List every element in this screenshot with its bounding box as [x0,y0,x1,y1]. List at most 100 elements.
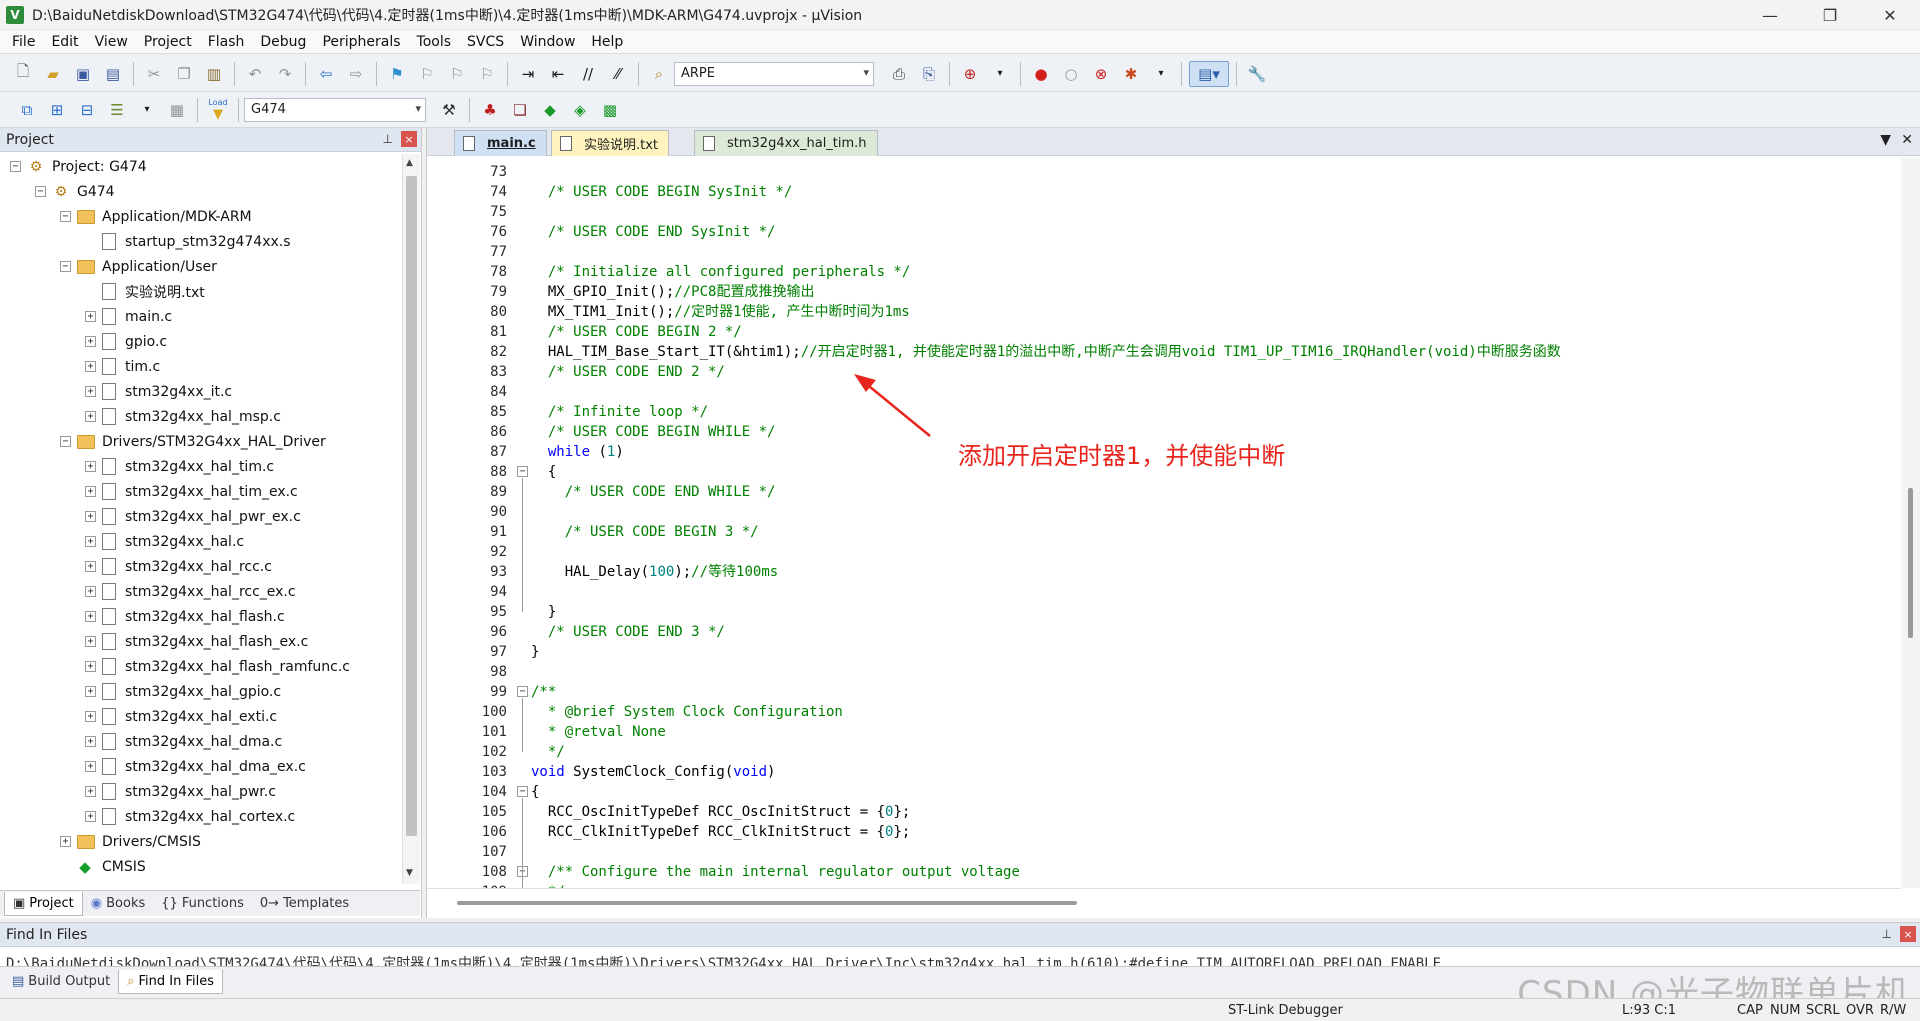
menu-edit[interactable]: Edit [43,34,86,50]
code-line[interactable]: 84 [427,382,1901,402]
editor-vertical-scrollbar[interactable] [1901,158,1920,888]
tree-item[interactable]: − Application/MDK-ARM [60,204,252,229]
navigate-back-icon[interactable]: ⇦ [313,61,339,87]
tree-item[interactable]: + stm32g4xx_hal_gpio.c [85,679,281,704]
tree-item[interactable]: − ⚙ Project: G474 [10,154,147,179]
code-line[interactable]: 97} [427,642,1901,662]
disable-breakpoints-icon[interactable]: ⊗ [1088,61,1114,87]
code-line[interactable]: 91 /* USER CODE BEGIN 3 */ [427,522,1901,542]
paste-icon[interactable]: ▥ [201,61,227,87]
tab-menu-icon[interactable]: ▼ [1880,132,1891,148]
code-line[interactable]: 104−{ [427,782,1901,802]
tab-build-output[interactable]: ▤ Build Output [4,970,118,994]
tab-hal-tim-h[interactable]: stm32g4xx_hal_tim.h [694,130,878,156]
select-packs-icon[interactable]: ▩ [597,97,623,123]
code-line[interactable]: 80 MX_TIM1_Init();//定时器1使能, 产生中断时间为1ms [427,302,1901,322]
tree-item[interactable]: + tim.c [85,354,160,379]
tree-scrollbar[interactable]: ▲ ▼ [402,154,420,884]
expand-icon[interactable]: + [85,811,96,822]
save-icon[interactable]: ▣ [70,61,96,87]
configure-wrench-icon[interactable]: 🔧 [1244,61,1270,87]
expand-icon[interactable]: + [85,511,96,522]
code-text-area[interactable]: 73 74 /* USER CODE BEGIN SysInit */ 75 76 /* … [427,158,1901,888]
menu-help[interactable]: Help [583,34,631,50]
expand-icon[interactable]: + [85,636,96,647]
find-in-files-icon[interactable]: ⌕ [646,61,672,87]
open-file-icon[interactable]: ▰ [40,61,66,87]
bookmark-icon[interactable]: ⚑ [384,61,410,87]
code-line[interactable]: 106 RCC_ClkInitTypeDef RCC_ClkInitStruct … [427,822,1901,842]
tab-project[interactable]: ▣ Project [4,891,83,916]
find-icon[interactable]: ⎙ [886,61,912,87]
code-line[interactable]: 101 * @retval None [427,722,1901,742]
target-select[interactable]: G474 ▾ [244,97,426,122]
code-line[interactable]: 108−/** Configure the main internal regu… [427,862,1901,882]
tree-item[interactable]: + stm32g4xx_hal_flash_ex.c [85,629,308,654]
expand-icon[interactable]: + [85,786,96,797]
pin-icon[interactable]: ⊥ [383,132,393,146]
tree-item[interactable]: − Drivers/STM32G4xx_HAL_Driver [60,429,326,454]
rebuild-icon[interactable]: ⊟ [74,97,100,123]
tree-item[interactable]: + stm32g4xx_hal_dma.c [85,729,282,754]
code-line[interactable]: 82 HAL_TIM_Base_Start_IT(&htim1);//开启定时器1… [427,342,1901,362]
collapse-icon[interactable]: − [60,211,71,222]
scroll-up-icon[interactable]: ▲ [406,158,413,168]
cut-icon[interactable]: ✂ [141,61,167,87]
code-line[interactable]: 73 [427,162,1901,182]
fold-collapse-icon[interactable]: − [517,686,528,697]
code-line[interactable]: 81 /* USER CODE BEGIN 2 */ [427,322,1901,342]
menu-debug[interactable]: Debug [252,34,314,50]
dropdown-arrow-icon[interactable]: ▾ [987,61,1013,87]
tree-item[interactable]: + stm32g4xx_hal_flash.c [85,604,285,629]
code-line[interactable]: 100 * @brief System Clock Configuration [427,702,1901,722]
tree-item[interactable]: + stm32g4xx_hal_rcc_ex.c [85,579,296,604]
code-line[interactable]: 76 /* USER CODE END SysInit */ [427,222,1901,242]
minimize-button[interactable]: — [1740,0,1800,30]
indent-icon[interactable]: ⇥ [515,61,541,87]
manage-project-items-icon[interactable]: ♣ [477,97,503,123]
expand-icon[interactable]: + [60,836,71,847]
code-line[interactable]: 96 /* USER CODE END 3 */ [427,622,1901,642]
expand-icon[interactable]: + [85,486,96,497]
editor-horizontal-scrollbar[interactable] [427,888,1901,916]
translate-icon[interactable]: ⧉ [14,97,40,123]
code-line[interactable]: 90 [427,502,1901,522]
undo-icon[interactable]: ↶ [242,61,268,87]
menu-flash[interactable]: Flash [200,34,253,50]
expand-icon[interactable]: + [85,586,96,597]
tree-item[interactable]: + stm32g4xx_hal_pwr.c [85,779,276,804]
batch-build-icon[interactable]: ☰ [104,97,130,123]
tab-experiment-txt[interactable]: 实验说明.txt [551,130,670,156]
menu-file[interactable]: File [4,34,43,50]
code-line[interactable]: 83 /* USER CODE END 2 */ [427,362,1901,382]
expand-icon[interactable]: + [85,361,96,372]
code-line[interactable]: 92 [427,542,1901,562]
file-extensions-icon[interactable]: ❏ [507,97,533,123]
navigate-forward-icon[interactable]: ⇨ [343,61,369,87]
expand-icon[interactable]: + [85,761,96,772]
fold-collapse-icon[interactable]: − [517,786,528,797]
chevron-down-icon[interactable]: ▾ [415,102,421,115]
menu-window[interactable]: Window [512,34,583,50]
tree-item[interactable]: + stm32g4xx_hal_flash_ramfunc.c [85,654,350,679]
tree-item[interactable]: + Drivers/CMSIS [60,829,201,854]
prev-bookmark-icon[interactable]: ⚐ [414,61,440,87]
code-line[interactable]: 95} [427,602,1901,622]
chevron-down-icon[interactable]: ▾ [863,66,869,79]
pack-installer-icon[interactable]: ◈ [567,97,593,123]
tree-item[interactable]: 实验说明.txt [85,279,205,304]
restore-button[interactable]: ❐ [1800,0,1860,30]
tree-item[interactable]: ◆ CMSIS [60,854,146,879]
scrollbar-thumb[interactable] [1908,488,1913,638]
unindent-icon[interactable]: ⇤ [545,61,571,87]
tab-books[interactable]: ◉ Books [83,892,153,916]
save-all-icon[interactable]: ▤ [100,61,126,87]
tree-item[interactable]: + stm32g4xx_it.c [85,379,232,404]
menu-svcs[interactable]: SVCS [459,34,512,50]
tree-item[interactable]: + stm32g4xx_hal_cortex.c [85,804,295,829]
tab-main-c[interactable]: main.c [454,130,547,156]
expand-icon[interactable]: + [85,711,96,722]
redo-icon[interactable]: ↷ [272,61,298,87]
new-file-icon[interactable]: 🗋 [10,61,36,87]
copy-icon[interactable]: ❐ [171,61,197,87]
